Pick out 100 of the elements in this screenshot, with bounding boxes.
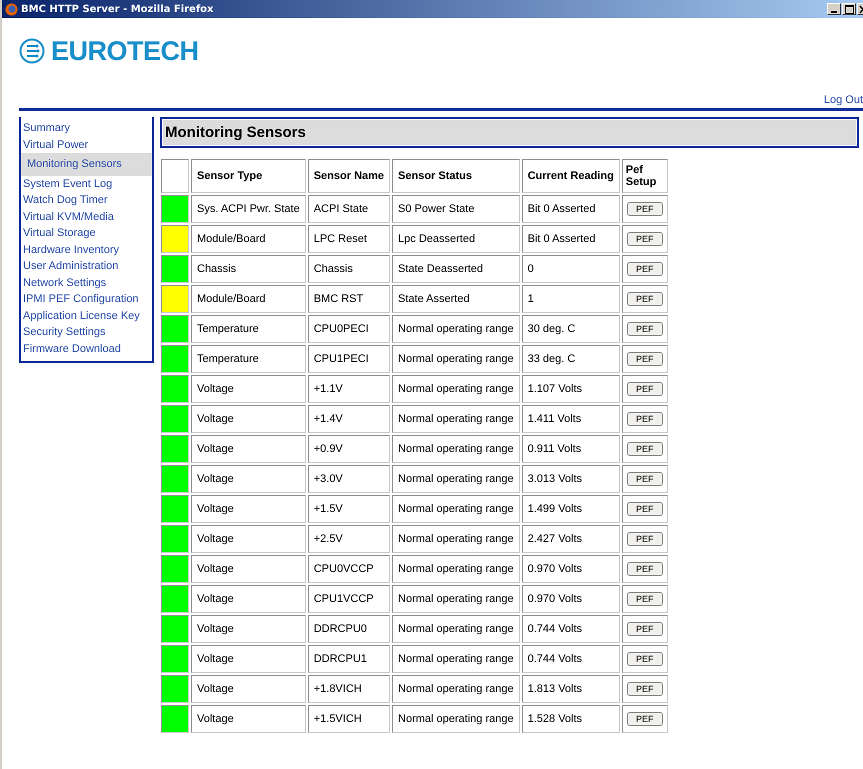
table-cell: Voltage (191, 495, 306, 523)
table-cell: Voltage (191, 705, 306, 733)
table-cell: Voltage (191, 525, 306, 553)
table-cell: +2.5V (308, 525, 390, 553)
pef-button[interactable]: PEF (626, 652, 663, 666)
table-cell: 1.528 Volts (522, 705, 620, 733)
table-cell: Normal operating range (392, 495, 520, 523)
table-cell: Sys. ACPI Pwr. State (191, 195, 306, 223)
table-cell: State Asserted (392, 285, 520, 313)
sidebar-item[interactable]: Virtual KVM/Media (21, 208, 152, 225)
table-cell: Normal operating range (392, 645, 520, 673)
table-cell: Voltage (191, 645, 306, 673)
sidebar-item[interactable]: Monitoring Sensors (21, 153, 152, 176)
pef-button[interactable]: PEF (626, 592, 663, 606)
section-heading: Monitoring Sensors (160, 117, 859, 148)
browser-icon (5, 2, 18, 16)
pef-button[interactable]: PEF (626, 712, 663, 726)
table-cell: Normal operating range (392, 375, 520, 403)
sidebar-item[interactable]: Virtual Storage (21, 225, 152, 242)
sidebar-item[interactable]: User Administration (21, 258, 152, 274)
table-cell: Voltage (191, 465, 306, 493)
table-cell: DDRCPU1 (308, 645, 390, 673)
sidebar-item[interactable]: Firmware Download (21, 340, 152, 357)
maximize-button[interactable] (842, 3, 856, 15)
table-cell: +0.9V (308, 435, 390, 463)
sidebar-item[interactable]: Security Settings (21, 324, 152, 340)
table-cell: 0.744 Volts (522, 645, 620, 673)
table-header-cell: Current Reading (522, 159, 620, 193)
pef-button[interactable]: PEF (626, 412, 663, 426)
logo-text: EUROTECH (51, 36, 199, 66)
table-cell: 30 deg. C (522, 315, 620, 343)
table-cell: 0.970 Volts (522, 585, 620, 613)
minimize-icon (831, 10, 837, 12)
sidebar-item[interactable]: Network Settings (21, 274, 152, 291)
pef-button[interactable]: PEF (626, 532, 663, 546)
table-cell: Voltage (191, 375, 306, 403)
logo-icon (19, 38, 45, 64)
table-cell: Normal operating range (392, 435, 520, 463)
pef-button[interactable]: PEF (626, 502, 663, 516)
table-cell: ACPI State (308, 195, 390, 223)
table-header-cell: Sensor Name (308, 159, 390, 193)
pef-button[interactable]: PEF (626, 442, 663, 456)
sidebar-item[interactable]: Virtual Power (21, 136, 152, 153)
table-cell: CPU0VCCP (308, 555, 390, 583)
pef-button[interactable]: PEF (626, 232, 663, 246)
table-cell: 0.744 Volts (522, 615, 620, 643)
table-cell: LPC Reset (308, 225, 390, 253)
table-cell: +1.4V (308, 405, 390, 433)
pef-button[interactable]: PEF (626, 262, 663, 276)
table-cell: Bit 0 Asserted (522, 225, 620, 253)
pef-button[interactable]: PEF (626, 382, 663, 396)
pef-button[interactable]: PEF (626, 202, 663, 216)
table-cell: +1.8VICH (308, 675, 390, 703)
table-cell: Lpc Deasserted (392, 225, 520, 253)
table-cell: Normal operating range (392, 615, 520, 643)
table-cell: +1.5V (308, 495, 390, 523)
table-cell: Normal operating range (392, 345, 520, 373)
pef-button[interactable]: PEF (626, 292, 663, 306)
pef-button[interactable]: PEF (626, 352, 663, 366)
table-cell: CPU0PECI (308, 315, 390, 343)
pef-button[interactable]: PEF (626, 472, 663, 486)
table-cell: 1.107 Volts (522, 375, 620, 403)
table-cell: Voltage (191, 435, 306, 463)
table-cell: +1.1V (308, 375, 390, 403)
sidebar-item[interactable]: Application License Key (21, 308, 152, 324)
log-out-link[interactable]: Log Out (824, 94, 863, 106)
table-cell: Normal operating range (392, 315, 520, 343)
table-cell: BMC RST (308, 285, 390, 313)
minimize-button[interactable] (827, 3, 841, 15)
pef-button[interactable]: PEF (626, 682, 663, 696)
table-cell: Chassis (308, 255, 390, 283)
pef-button[interactable]: PEF (626, 622, 663, 636)
sidebar-item[interactable]: Hardware Inventory (21, 242, 152, 258)
table-cell: 1.499 Volts (522, 495, 620, 523)
table-cell: 33 deg. C (522, 345, 620, 373)
table-cell: Normal operating range (392, 585, 520, 613)
sidebar-item[interactable]: System Event Log (21, 176, 152, 192)
table-cell: Normal operating range (392, 675, 520, 703)
table-cell: 2.427 Volts (522, 525, 620, 553)
table-cell: Voltage (191, 585, 306, 613)
table-cell: Normal operating range (392, 405, 520, 433)
table-cell: Voltage (191, 555, 306, 583)
table-cell: Bit 0 Asserted (522, 195, 620, 223)
table-cell: DDRCPU0 (308, 615, 390, 643)
sidebar-item[interactable]: Summary (21, 120, 152, 136)
table-cell: CPU1VCCP (308, 585, 390, 613)
pef-button[interactable]: PEF (626, 562, 663, 576)
table-cell: CPU1PECI (308, 345, 390, 373)
table-cell: 3.013 Volts (522, 465, 620, 493)
sidebar-item[interactable]: Watch Dog Timer (21, 192, 152, 208)
sidebar-item[interactable]: IPMI PEF Configuration (21, 291, 152, 308)
table-cell: 0 (522, 255, 620, 283)
table-header-cell (161, 159, 189, 193)
pef-button[interactable]: PEF (626, 322, 663, 336)
table-cell: Module/Board (191, 285, 306, 313)
table-cell: Temperature (191, 315, 306, 343)
table-cell: Module/Board (191, 225, 306, 253)
table-cell: Voltage (191, 405, 306, 433)
table-cell: 0.911 Volts (522, 435, 620, 463)
table-header-cell: Pef Setup (622, 159, 668, 193)
